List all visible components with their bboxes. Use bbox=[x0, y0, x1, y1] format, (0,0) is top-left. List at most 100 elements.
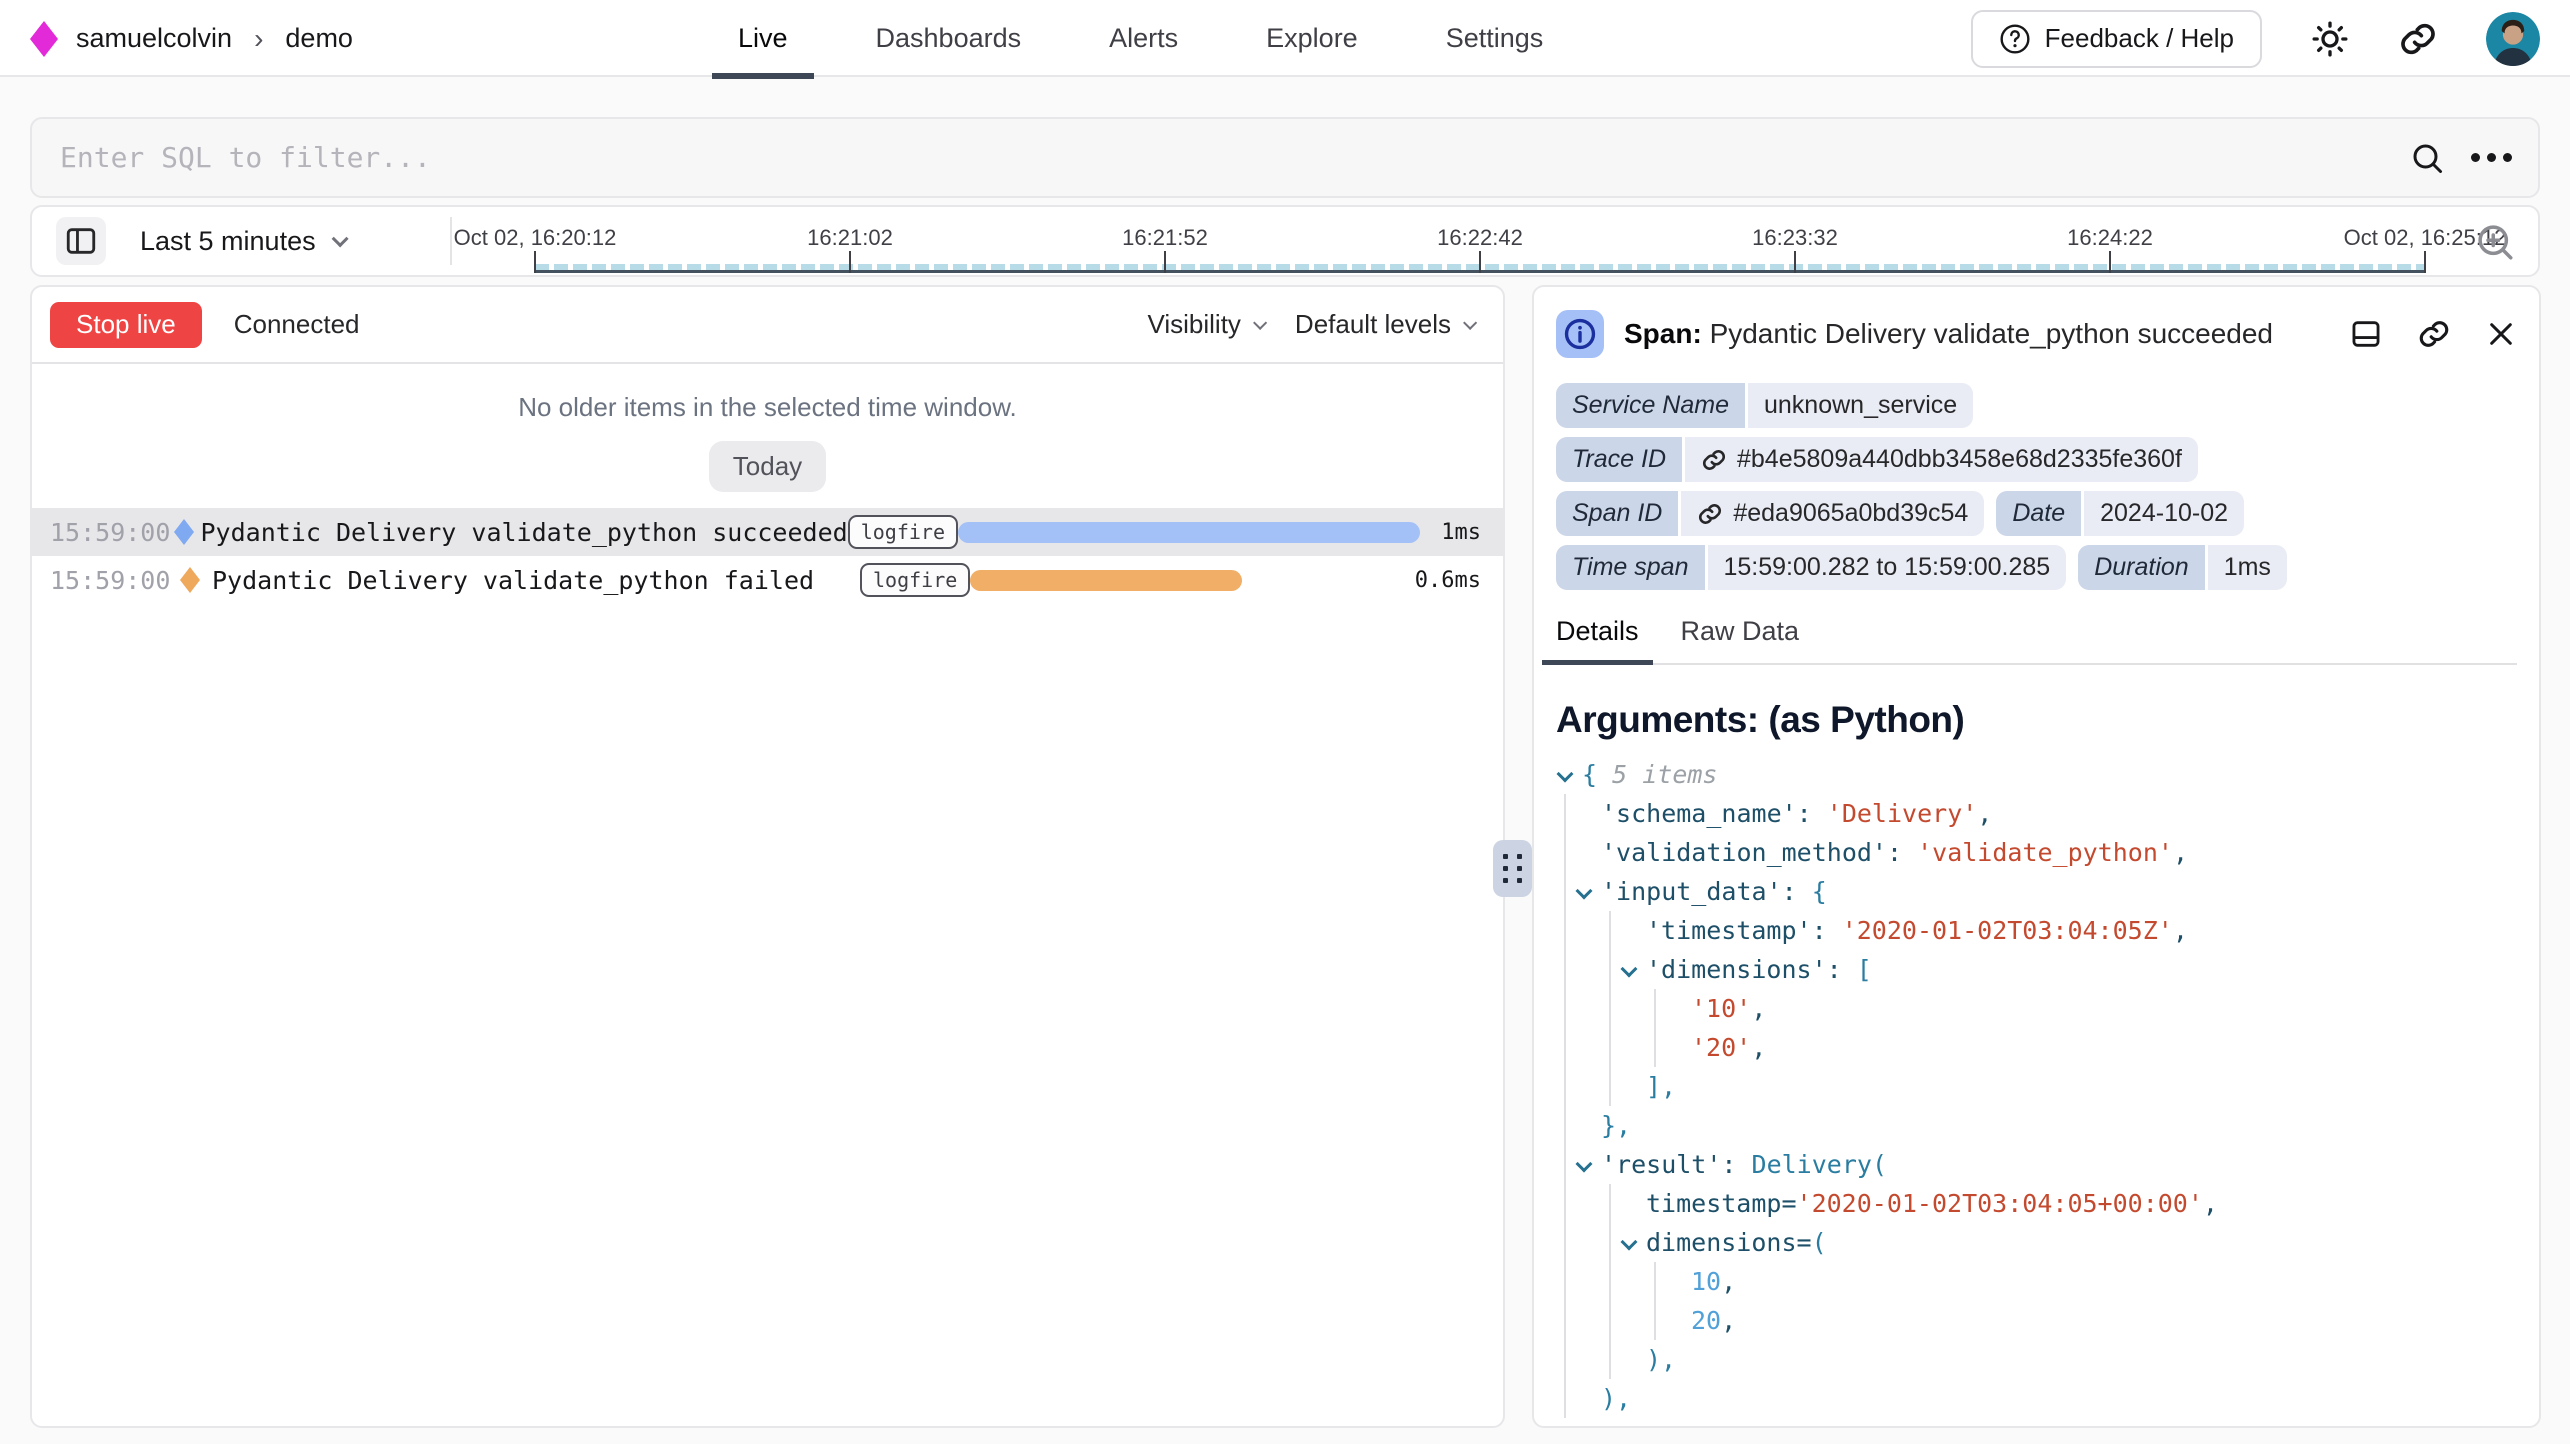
feedback-help-button[interactable]: Feedback / Help bbox=[1971, 10, 2262, 68]
arguments-heading: Arguments: (as Python) bbox=[1556, 699, 2517, 741]
stop-live-button[interactable]: Stop live bbox=[50, 302, 202, 348]
nav-item-alerts[interactable]: Alerts bbox=[1109, 0, 1178, 77]
share-link-button[interactable] bbox=[2398, 19, 2438, 59]
tab-details[interactable]: Details bbox=[1556, 616, 1639, 663]
dock-panel-button[interactable] bbox=[2349, 317, 2383, 351]
code-token: 'result' bbox=[1601, 1150, 1721, 1179]
span-title-prefix: Span: bbox=[1624, 318, 1702, 349]
code-token: '2020-01-02T03:04:05Z' bbox=[1842, 916, 2173, 945]
breadcrumb-separator-icon: › bbox=[250, 23, 267, 55]
divider bbox=[450, 217, 452, 265]
panel-resize-handle[interactable] bbox=[1493, 840, 1532, 897]
code-token: 20 bbox=[1691, 1306, 1721, 1335]
timeline-tick-mark bbox=[1479, 251, 1481, 273]
chevron-down-icon bbox=[1253, 315, 1267, 329]
user-avatar[interactable] bbox=[2486, 12, 2540, 66]
field-value: #b4e5809a440dbb3458e68d2335fe360f bbox=[1685, 437, 2198, 482]
default-levels-dropdown[interactable]: Default levels bbox=[1295, 309, 1473, 340]
indent-guide bbox=[1654, 1028, 1656, 1067]
code-token: 'input_data' bbox=[1601, 877, 1782, 906]
duration-bar bbox=[970, 570, 1242, 591]
feedback-help-label: Feedback / Help bbox=[2045, 23, 2234, 54]
span-detail-panel: Span: Pydantic Delivery validate_python … bbox=[1532, 285, 2541, 1428]
span-diamond-icon bbox=[180, 567, 200, 593]
chevron-down-icon bbox=[331, 230, 348, 247]
search-icon[interactable] bbox=[2409, 140, 2445, 176]
nav-item-explore[interactable]: Explore bbox=[1266, 0, 1358, 77]
link-icon[interactable] bbox=[1697, 501, 1723, 527]
code-token: 'Delivery' bbox=[1827, 799, 1978, 828]
log-row[interactable]: 15:59:00Pydantic Delivery validate_pytho… bbox=[32, 556, 1503, 604]
timeline-tick-mark bbox=[1164, 251, 1166, 273]
field-label: Span ID bbox=[1556, 491, 1678, 536]
sql-filter-input[interactable] bbox=[32, 119, 2409, 196]
breadcrumb: samuelcolvin › demo bbox=[30, 0, 353, 77]
header-actions: Feedback / Help bbox=[1971, 0, 2540, 77]
log-duration: 0.6ms bbox=[1398, 568, 1503, 593]
indent-guide bbox=[1609, 1184, 1611, 1223]
indent-guide bbox=[1564, 950, 1566, 989]
code-line: 'input_data': { bbox=[1556, 872, 2517, 911]
chevron-down-icon bbox=[1463, 315, 1477, 329]
indent-guide bbox=[1609, 911, 1611, 950]
code-token: 5 items bbox=[1612, 760, 1717, 789]
log-tag-badge[interactable]: logfire bbox=[848, 515, 958, 549]
timeline-tick-label: Oct 02, 16:20:12 bbox=[454, 225, 617, 251]
code-line: 'dimensions': [ bbox=[1556, 950, 2517, 989]
code-token: { bbox=[1582, 760, 1612, 789]
time-range-select[interactable]: Last 5 minutes bbox=[140, 226, 344, 257]
indent-guide bbox=[1609, 1262, 1611, 1301]
tab-raw-data[interactable]: Raw Data bbox=[1681, 616, 1800, 663]
indent-guide bbox=[1564, 1301, 1566, 1340]
nav-item-live[interactable]: Live bbox=[738, 0, 788, 77]
empty-window-message: No older items in the selected time wind… bbox=[32, 392, 1503, 423]
theme-toggle-button[interactable] bbox=[2310, 19, 2350, 59]
indent-guide bbox=[1564, 833, 1566, 872]
timeline-tick-mark bbox=[1794, 251, 1796, 273]
close-panel-button[interactable] bbox=[2485, 318, 2517, 350]
log-timestamp: 15:59:00 bbox=[50, 518, 168, 547]
sidebar-toggle-button[interactable] bbox=[56, 217, 106, 265]
code-token: : bbox=[1887, 838, 1917, 867]
zoom-in-icon bbox=[2474, 221, 2516, 263]
log-duration: 1ms bbox=[1420, 520, 1503, 545]
more-options-icon[interactable] bbox=[2471, 153, 2512, 162]
indent-guide bbox=[1609, 1340, 1611, 1379]
log-tag-badge[interactable]: logfire bbox=[860, 563, 970, 597]
indent-guide bbox=[1564, 872, 1566, 911]
indent-guide bbox=[1564, 1262, 1566, 1301]
timeline-tick-label: 16:23:32 bbox=[1752, 225, 1838, 251]
span-field-duration: Duration1ms bbox=[2078, 545, 2287, 590]
log-row[interactable]: 15:59:00Pydantic Delivery validate_pytho… bbox=[32, 508, 1503, 556]
link-icon bbox=[2398, 19, 2438, 59]
code-line: ), bbox=[1556, 1340, 2517, 1379]
breadcrumb-project[interactable]: demo bbox=[285, 23, 353, 54]
timeline-tick-mark bbox=[849, 251, 851, 273]
live-panel: Stop live Connected Visibility Default l… bbox=[30, 285, 1505, 1428]
code-token: 'schema_name' bbox=[1601, 799, 1797, 828]
main-nav: Live Dashboards Alerts Explore Settings bbox=[738, 0, 1543, 77]
visibility-dropdown[interactable]: Visibility bbox=[1147, 309, 1262, 340]
nav-item-settings[interactable]: Settings bbox=[1446, 0, 1544, 77]
breadcrumb-org[interactable]: samuelcolvin bbox=[76, 23, 232, 54]
indent-guide bbox=[1609, 1301, 1611, 1340]
code-token: , bbox=[2173, 916, 2188, 945]
span-title: Span: Pydantic Delivery validate_python … bbox=[1624, 318, 2329, 350]
span-field-time-span: Time span15:59:00.282 to 15:59:00.285 bbox=[1556, 545, 2066, 590]
code-token: : bbox=[1797, 799, 1827, 828]
code-token: 'dimensions' bbox=[1646, 955, 1827, 984]
timeline-zoom-in-button[interactable] bbox=[2474, 221, 2516, 263]
link-icon[interactable] bbox=[1701, 447, 1727, 473]
code-token: { bbox=[1812, 877, 1827, 906]
code-token: , bbox=[1751, 994, 1766, 1023]
code-token: '20' bbox=[1691, 1033, 1751, 1062]
code-token: , bbox=[2203, 1189, 2218, 1218]
code-line: ], bbox=[1556, 1067, 2517, 1106]
indent-guide bbox=[1654, 1301, 1656, 1340]
indent-guide bbox=[1564, 911, 1566, 950]
code-token: [ bbox=[1857, 955, 1872, 984]
copy-span-link-button[interactable] bbox=[2417, 317, 2451, 351]
timeline-tick-label: 16:21:52 bbox=[1122, 225, 1208, 251]
nav-item-dashboards[interactable]: Dashboards bbox=[876, 0, 1022, 77]
field-label: Trace ID bbox=[1556, 437, 1682, 482]
